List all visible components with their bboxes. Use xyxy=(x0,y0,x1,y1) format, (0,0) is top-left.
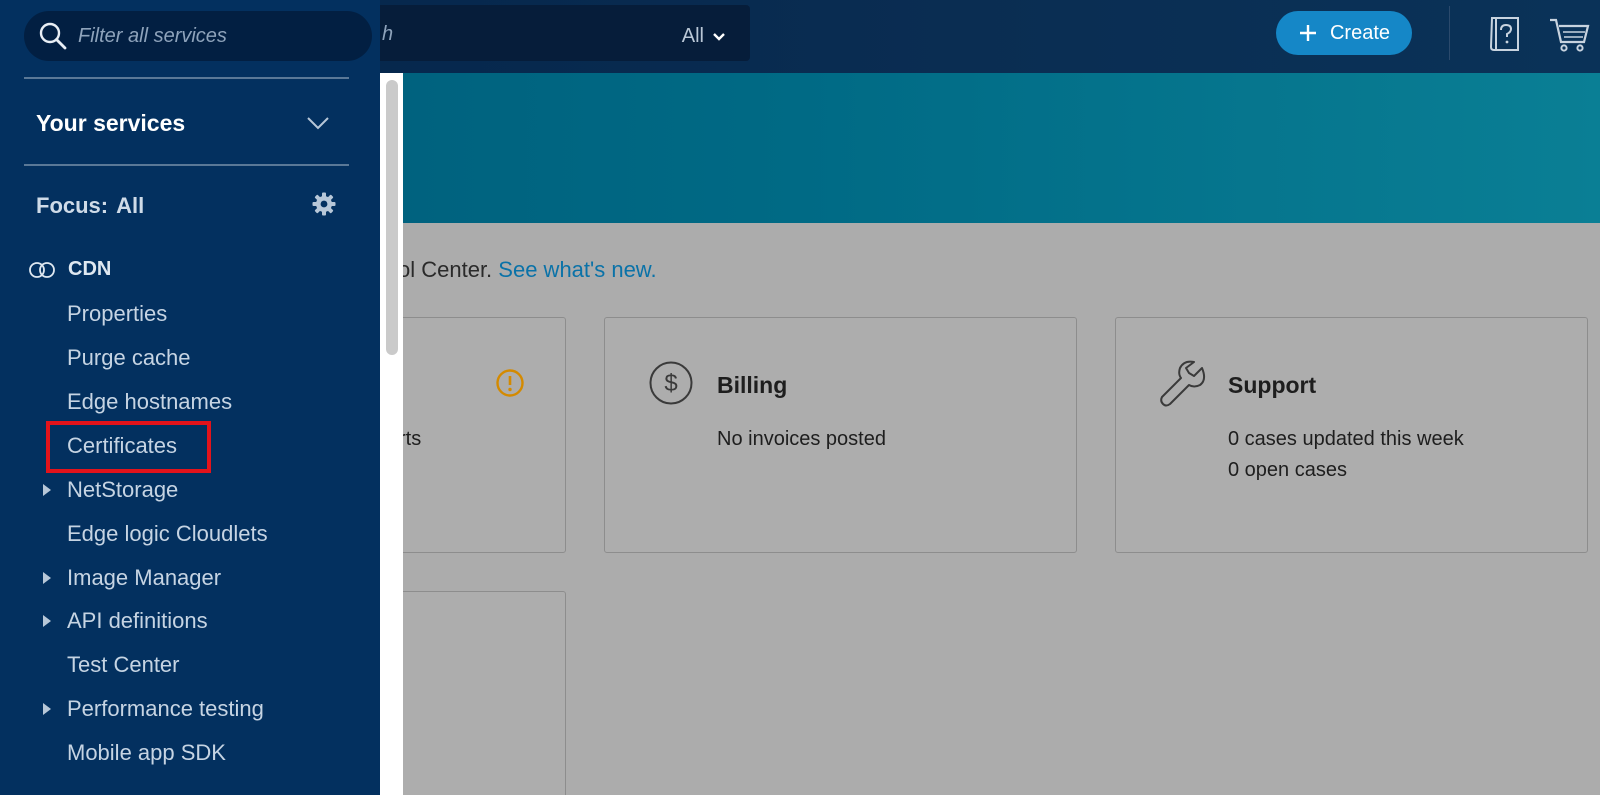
chevron-down-icon[interactable] xyxy=(306,114,330,132)
search-scope-label: All xyxy=(681,25,704,47)
warning-icon xyxy=(496,369,524,397)
nav-item-performance-testing[interactable]: Performance testing xyxy=(67,696,264,722)
support-card[interactable]: Support 0 cases updated this week 0 open… xyxy=(1115,317,1588,553)
nav-item-purge-cache[interactable]: Purge cache xyxy=(67,345,191,371)
whats-new-link[interactable]: See what's new. xyxy=(498,257,656,282)
dollar-icon: $ xyxy=(649,361,693,405)
create-button[interactable]: Create xyxy=(1276,11,1412,55)
focus-selector[interactable]: Focus: All xyxy=(36,193,144,219)
search-scope-dropdown[interactable]: All xyxy=(682,25,726,48)
help-book-icon[interactable] xyxy=(1488,14,1524,54)
caret-right-icon[interactable] xyxy=(42,484,52,496)
gear-icon[interactable] xyxy=(312,192,336,216)
filter-services-input[interactable] xyxy=(78,21,358,51)
billing-card-title: Billing xyxy=(717,372,788,398)
global-search-placeholder: h xyxy=(382,23,394,45)
nav-item-edge-logic-cloudlets[interactable]: Edge logic Cloudlets xyxy=(67,521,268,547)
welcome-text: ol Center. xyxy=(398,257,493,282)
nav-item-mobile-app-sdk[interactable]: Mobile app SDK xyxy=(67,740,226,766)
create-button-label: Create xyxy=(1329,21,1391,44)
cart-icon[interactable] xyxy=(1548,14,1590,54)
welcome-message: ol Center. See what's new. xyxy=(398,257,657,283)
nav-item-netstorage[interactable]: NetStorage xyxy=(67,477,178,503)
billing-card[interactable]: $ Billing No invoices posted xyxy=(604,317,1077,553)
support-open-cases: 0 open cases xyxy=(1228,459,1347,481)
plus-icon xyxy=(1299,25,1316,41)
nav-scrollbar-thumb[interactable] xyxy=(386,80,398,355)
certificates-highlight-box xyxy=(46,421,211,473)
support-card-title: Support xyxy=(1228,372,1317,398)
nav-item-api-definitions[interactable]: API definitions xyxy=(67,608,208,634)
caret-right-icon[interactable] xyxy=(42,572,52,584)
caret-right-icon[interactable] xyxy=(42,703,52,715)
your-services-heading[interactable]: Your services xyxy=(36,110,185,137)
focus-label: Focus: xyxy=(36,193,109,218)
nav-item-test-center[interactable]: Test Center xyxy=(67,652,180,678)
nav-divider xyxy=(24,164,349,166)
cdn-group-label: CDN xyxy=(68,258,112,280)
nav-item-edge-hostnames[interactable]: Edge hostnames xyxy=(67,389,232,415)
billing-card-status: No invoices posted xyxy=(717,428,886,450)
cdn-icon xyxy=(29,261,55,278)
support-cases-updated: 0 cases updated this week xyxy=(1228,428,1464,450)
topbar-divider xyxy=(1449,6,1450,60)
nav-item-properties[interactable]: Properties xyxy=(67,301,167,327)
filter-services-box[interactable] xyxy=(24,11,372,61)
focus-value: All xyxy=(116,193,145,218)
search-icon xyxy=(39,22,67,50)
services-side-nav: Your services Focus: All CDN Properties P… xyxy=(0,0,380,795)
chevron-down-icon xyxy=(713,32,725,41)
caret-right-icon[interactable] xyxy=(42,615,52,627)
global-search-box[interactable]: h All xyxy=(360,5,750,61)
nav-divider xyxy=(24,77,349,79)
nav-item-image-manager[interactable]: Image Manager xyxy=(67,565,221,591)
cdn-group-header[interactable]: CDN xyxy=(28,258,111,281)
svg-text:$: $ xyxy=(664,370,677,397)
wrench-icon xyxy=(1160,360,1206,407)
